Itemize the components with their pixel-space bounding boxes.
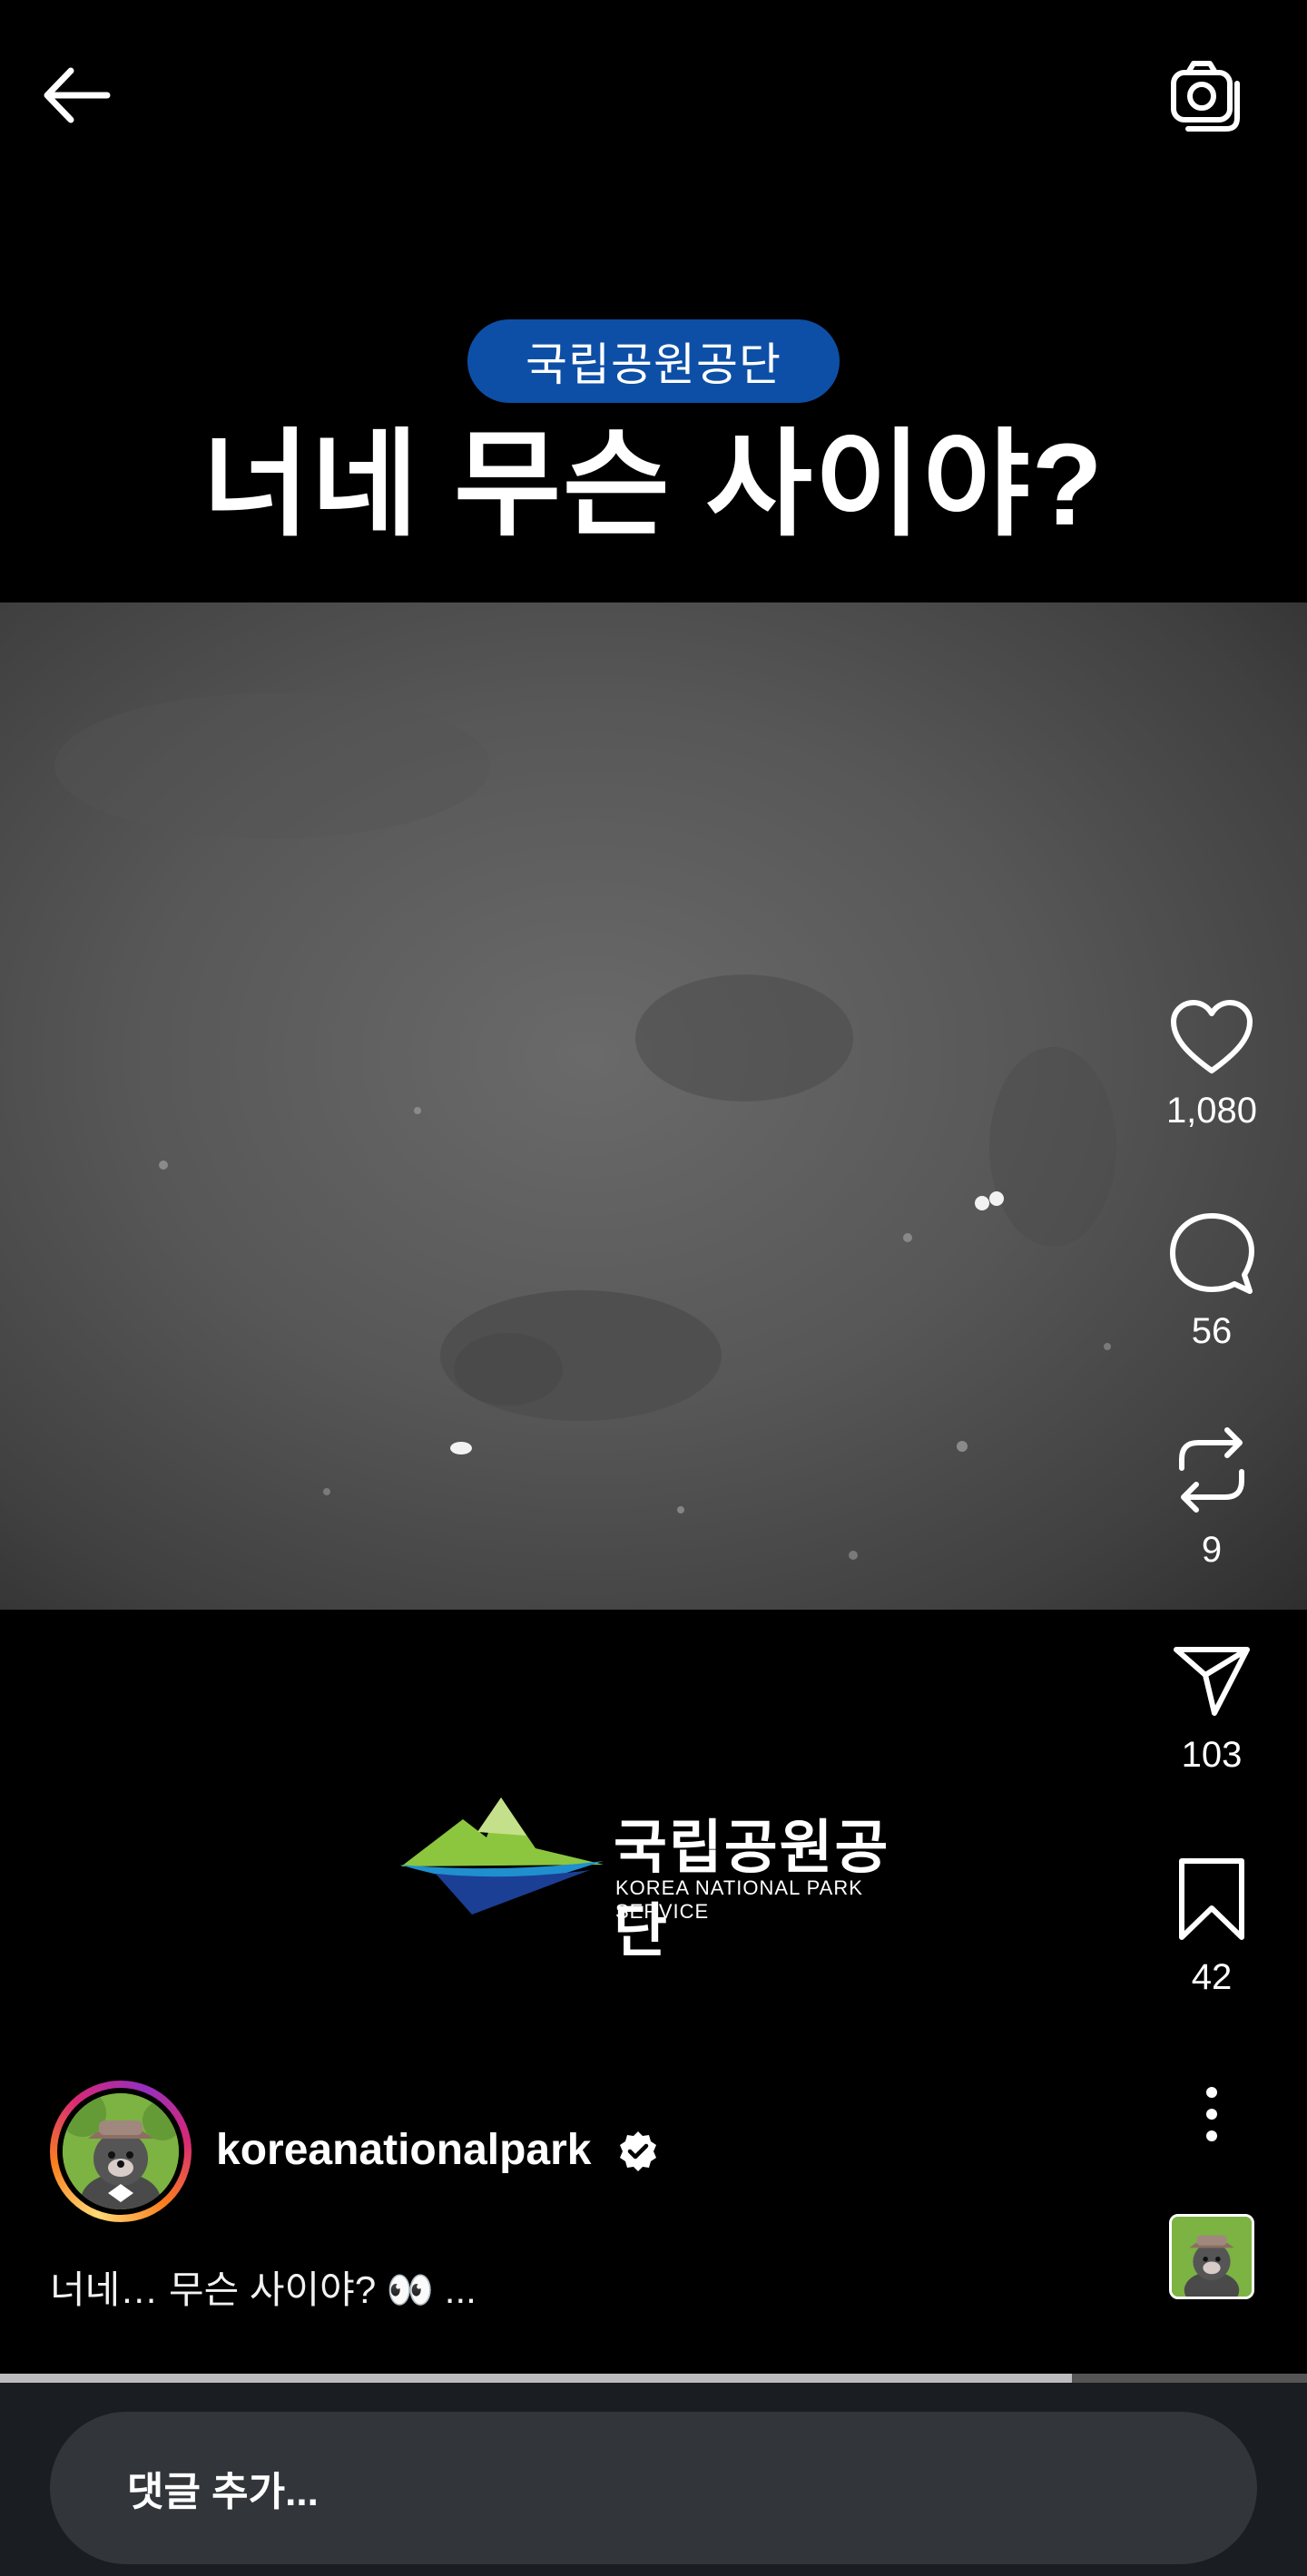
video-headline: 너네 무슨 사이야? [202,420,1105,550]
send-icon [1174,1647,1250,1716]
like-count: 1,080 [1165,1091,1258,1131]
video-frame-image [54,693,1116,1560]
more-vertical-icon [1206,2087,1217,2141]
repost-count: 9 [1201,1530,1223,1570]
channel-badge: 국립공원공단 [467,319,840,403]
camera-button[interactable] [1153,41,1262,150]
logo-english-text: KOREA NATIONAL PARK SERVICE [615,1876,863,1923]
author-avatar[interactable] [50,2081,192,2222]
more-options-button[interactable] [1135,2085,1289,2143]
mountain-logo-icon [399,1797,604,1915]
post-caption[interactable]: 너네… 무슨 사이야? 👀 ... [50,2259,477,2315]
comment-count: 56 [1191,1311,1233,1351]
audio-thumbnail[interactable] [1169,2214,1254,2299]
add-comment-input[interactable]: 댓글 추가... [50,2412,1257,2564]
share-action[interactable]: 103 [1135,1642,1289,1776]
verified-badge-icon [620,2131,656,2171]
like-action[interactable]: 1,080 [1135,998,1289,1131]
bookmark-icon [1179,1858,1244,1940]
author-username[interactable]: koreanationalpark [216,2125,591,2175]
bear-mascot-icon [1172,2217,1252,2297]
save-count: 42 [1191,1957,1233,1997]
back-button[interactable] [27,45,127,145]
share-count: 103 [1181,1735,1243,1775]
bear-mascot-icon [63,2093,179,2209]
video-progress-bar[interactable] [0,2374,1307,2383]
video-player[interactable] [0,602,1307,1610]
heart-icon [1171,1000,1253,1073]
repost-action[interactable]: 9 [1135,1425,1289,1571]
comment-action[interactable]: 56 [1135,1211,1289,1352]
knps-logo: 국립공원공단 KOREA NATIONAL PARK SERVICE [399,1792,917,1964]
video-progress-fill [0,2374,1072,2383]
repost-icon [1179,1427,1244,1513]
save-action[interactable]: 42 [1135,1856,1289,1998]
arrow-left-icon [44,67,111,123]
comment-bubble-icon [1170,1213,1254,1294]
camera-icon [1171,61,1240,132]
